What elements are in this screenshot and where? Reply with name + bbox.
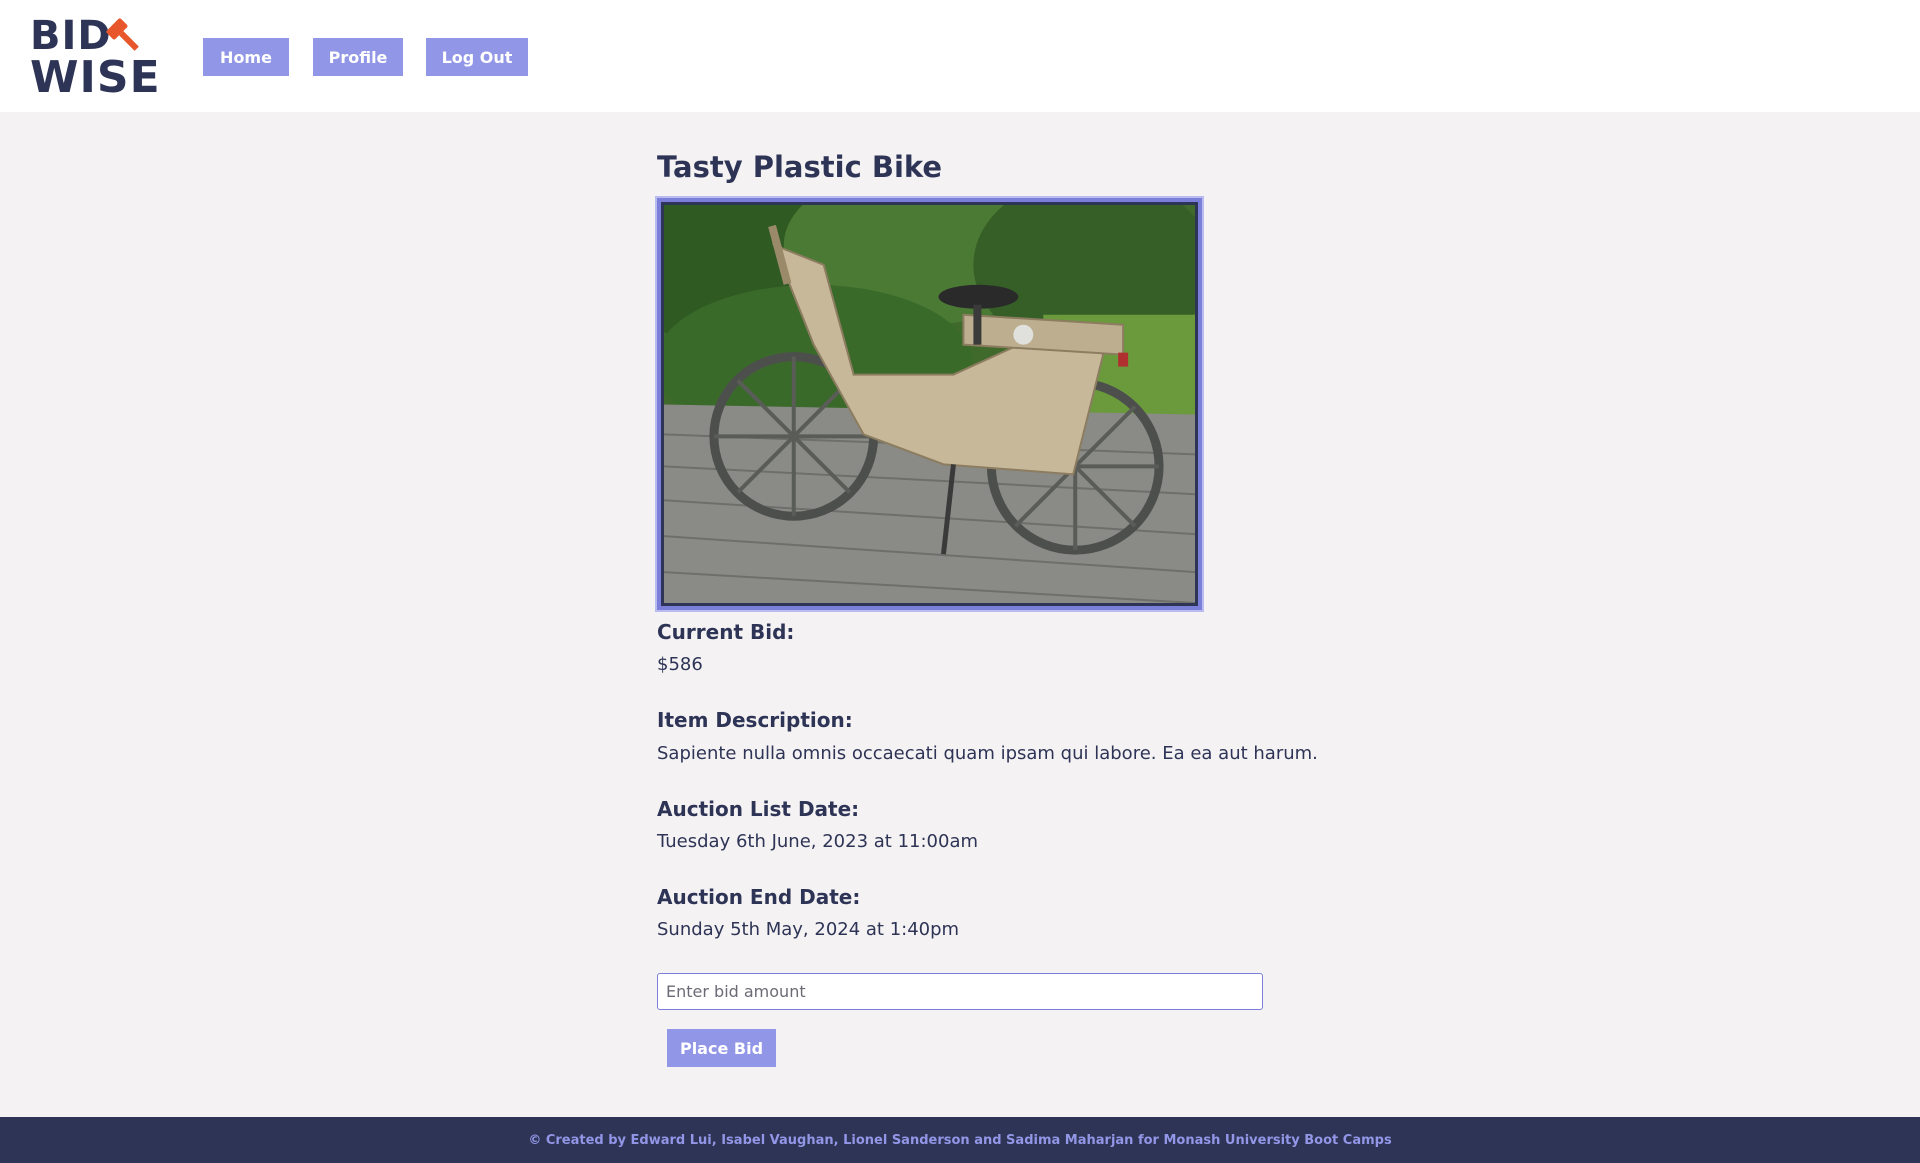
end-date-value: Sunday 5th May, 2024 at 1:40pm (657, 919, 960, 940)
footer-credits: © Created by Edward Lui, Isabel Vaughan,… (528, 1132, 1392, 1148)
current-bid-value: $586 (657, 654, 703, 675)
logo-text-line1: BID (30, 13, 112, 59)
description-text: Sapiente nulla omnis occaecati quam ipsa… (657, 743, 1318, 764)
description-label: Item Description: (657, 708, 853, 732)
gavel-icon (106, 18, 139, 51)
bid-amount-input[interactable] (657, 973, 1263, 1010)
nav-home-button[interactable]: Home (203, 38, 289, 76)
bidwise-logo[interactable]: BID WISE (30, 13, 160, 100)
footer: © Created by Edward Lui, Isabel Vaughan,… (0, 1117, 1920, 1163)
item-image (657, 198, 1202, 610)
current-bid-label: Current Bid: (657, 620, 795, 644)
end-date-label: Auction End Date: (657, 885, 861, 909)
list-date-value: Tuesday 6th June, 2023 at 11:00am (657, 831, 979, 852)
bike-photo (664, 205, 1195, 603)
nav-profile-button[interactable]: Profile (313, 38, 403, 76)
list-date-label: Auction List Date: (657, 797, 860, 821)
item-title: Tasty Plastic Bike (657, 150, 943, 184)
nav-logout-button[interactable]: Log Out (426, 38, 528, 76)
logo-text-line2: WISE (30, 52, 161, 103)
place-bid-button[interactable]: Place Bid (667, 1029, 776, 1067)
header: BID WISE Home Profile Log Out (0, 0, 1920, 112)
